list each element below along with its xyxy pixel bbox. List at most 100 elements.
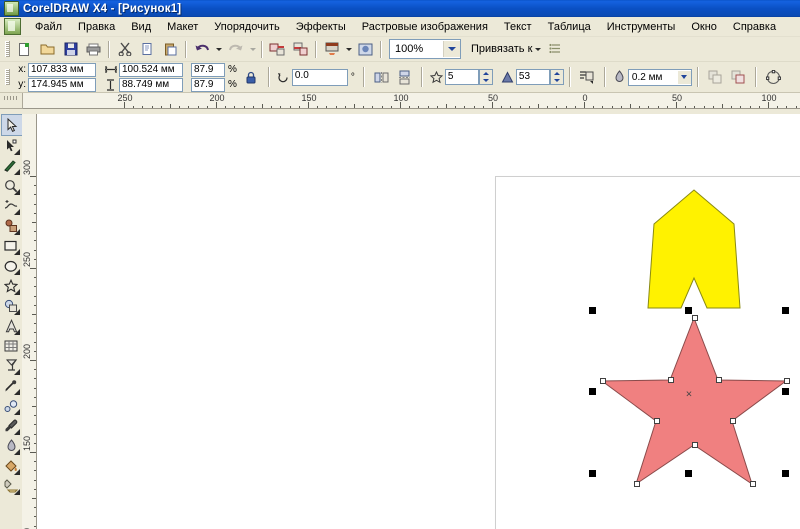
launcher-dropdown-icon[interactable] bbox=[343, 39, 354, 60]
x-position-input[interactable]: 107.833 мм bbox=[28, 62, 96, 77]
shape-node[interactable] bbox=[692, 442, 698, 448]
ruler-minor-tick bbox=[243, 106, 245, 108]
options-icon[interactable] bbox=[545, 39, 566, 60]
ruler-minor-tick bbox=[34, 479, 36, 481]
undo-dropdown-icon[interactable] bbox=[213, 39, 224, 60]
menu-tools[interactable]: Инструменты bbox=[599, 19, 684, 35]
ruler-minor-tick bbox=[34, 378, 36, 380]
floppy-disk-icon[interactable] bbox=[60, 39, 81, 60]
undo-arrow-icon[interactable] bbox=[191, 39, 212, 60]
ruler-minor-tick bbox=[795, 106, 797, 108]
width-input[interactable]: 100.524 мм bbox=[119, 62, 183, 77]
sharpness-input[interactable]: 53 bbox=[515, 69, 550, 85]
toolbar-grip[interactable] bbox=[5, 41, 10, 57]
shape-node[interactable] bbox=[692, 315, 698, 321]
outline-width-combobox[interactable]: 0.2 мм bbox=[627, 68, 692, 86]
property-bar-grip[interactable] bbox=[5, 69, 10, 85]
corel-online-icon[interactable] bbox=[355, 39, 376, 60]
toolbar-separator bbox=[315, 40, 317, 58]
selection-handle-bottom-right[interactable] bbox=[782, 470, 789, 477]
drawing-canvas[interactable]: × bbox=[37, 114, 800, 529]
ruler-minor-tick bbox=[354, 104, 355, 108]
menu-bitmaps[interactable]: Растровые изображения bbox=[354, 19, 496, 35]
menu-file[interactable]: Файл bbox=[27, 19, 70, 35]
sharpness-stepper[interactable] bbox=[549, 69, 564, 85]
menu-text[interactable]: Текст bbox=[496, 19, 540, 35]
ruler-minor-tick bbox=[34, 249, 36, 251]
pink-star-shape[interactable] bbox=[594, 314, 794, 484]
rotation-angle-input[interactable]: 0.0 bbox=[291, 68, 348, 86]
ruler-minor-tick bbox=[34, 341, 36, 343]
to-back-icon[interactable] bbox=[728, 67, 749, 88]
chevron-down-icon[interactable] bbox=[677, 70, 691, 84]
height-input[interactable]: 88.749 мм bbox=[119, 77, 183, 92]
shape-node[interactable] bbox=[750, 481, 756, 487]
menu-view[interactable]: Вид bbox=[123, 19, 159, 35]
vertical-ruler[interactable]: 300250200150100 bbox=[22, 114, 37, 529]
shape-node[interactable] bbox=[654, 418, 660, 424]
shape-node[interactable] bbox=[668, 377, 674, 383]
star-points-stepper[interactable] bbox=[478, 69, 493, 85]
ruler-label: 100 bbox=[393, 93, 409, 103]
ruler-origin-button[interactable] bbox=[0, 93, 23, 109]
ruler-label: 200 bbox=[22, 344, 32, 360]
ruler-minor-tick bbox=[34, 488, 36, 490]
selection-handle-bottom-center[interactable] bbox=[685, 470, 692, 477]
ruler-minor-tick bbox=[34, 194, 36, 196]
mirror-horizontal-icon[interactable] bbox=[371, 67, 392, 88]
star-points-input[interactable]: 5 bbox=[444, 69, 479, 85]
ruler-label: 150 bbox=[301, 93, 317, 103]
convert-to-curves-icon[interactable] bbox=[763, 67, 784, 88]
ruler-minor-tick bbox=[188, 106, 190, 108]
import-icon[interactable] bbox=[267, 39, 288, 60]
shape-node[interactable] bbox=[716, 377, 722, 383]
menu-arrange[interactable]: Упорядочить bbox=[206, 19, 287, 35]
outline-width-value: 0.2 мм bbox=[631, 71, 663, 83]
y-position-input[interactable]: 174.945 мм bbox=[28, 77, 96, 92]
selection-handle-middle-right[interactable] bbox=[782, 388, 789, 395]
redo-dropdown-icon[interactable] bbox=[247, 39, 258, 60]
new-page-icon[interactable] bbox=[14, 39, 35, 60]
horizontal-ruler[interactable]: 25020015010050050100150 bbox=[23, 93, 800, 109]
scissors-icon[interactable] bbox=[114, 39, 135, 60]
ruler-minor-tick bbox=[685, 106, 687, 108]
property-separator bbox=[696, 67, 699, 87]
wrap-paragraph-text-icon[interactable] bbox=[577, 67, 598, 88]
zoom-level-combobox[interactable]: 100% bbox=[389, 39, 461, 59]
redo-arrow-icon[interactable] bbox=[225, 39, 246, 60]
shape-node[interactable] bbox=[634, 481, 640, 487]
selection-handle-top-center[interactable] bbox=[685, 307, 692, 314]
menu-window[interactable]: Окно bbox=[683, 19, 725, 35]
mirror-vertical-icon[interactable] bbox=[394, 67, 415, 88]
y-label: y: bbox=[18, 79, 26, 90]
menu-layout[interactable]: Макет bbox=[159, 19, 206, 35]
yellow-star-shape[interactable] bbox=[634, 186, 754, 326]
ruler-minor-tick bbox=[666, 106, 668, 108]
selection-handle-top-left[interactable] bbox=[589, 307, 596, 314]
ruler-tick bbox=[30, 360, 36, 361]
menu-table[interactable]: Таблица bbox=[540, 19, 599, 35]
menu-effects[interactable]: Эффекты bbox=[288, 19, 354, 35]
launcher-icon[interactable] bbox=[321, 39, 342, 60]
to-front-icon[interactable] bbox=[705, 67, 726, 88]
selection-handle-bottom-left[interactable] bbox=[589, 470, 596, 477]
scale-horizontal-input[interactable]: 87.9 bbox=[191, 62, 225, 77]
snap-to-dropdown-icon[interactable] bbox=[532, 39, 544, 59]
scale-vertical-input[interactable]: 87.9 bbox=[191, 77, 225, 92]
export-icon[interactable] bbox=[290, 39, 311, 60]
folder-open-icon[interactable] bbox=[37, 39, 58, 60]
selection-handle-top-right[interactable] bbox=[782, 307, 789, 314]
snap-to-label[interactable]: Привязать к bbox=[471, 43, 532, 55]
shape-node[interactable] bbox=[600, 378, 606, 384]
clipboard-paste-icon[interactable] bbox=[160, 39, 181, 60]
shape-node[interactable] bbox=[784, 378, 790, 384]
lock-ratio-icon[interactable] bbox=[241, 67, 262, 88]
chevron-down-icon[interactable] bbox=[443, 41, 460, 57]
copy-icon[interactable] bbox=[137, 39, 158, 60]
selection-handle-middle-left[interactable] bbox=[589, 388, 596, 395]
menu-help[interactable]: Справка bbox=[725, 19, 784, 35]
shape-node[interactable] bbox=[730, 418, 736, 424]
printer-icon[interactable] bbox=[83, 39, 104, 60]
ruler-minor-tick bbox=[34, 424, 36, 426]
menu-edit[interactable]: Правка bbox=[70, 19, 123, 35]
